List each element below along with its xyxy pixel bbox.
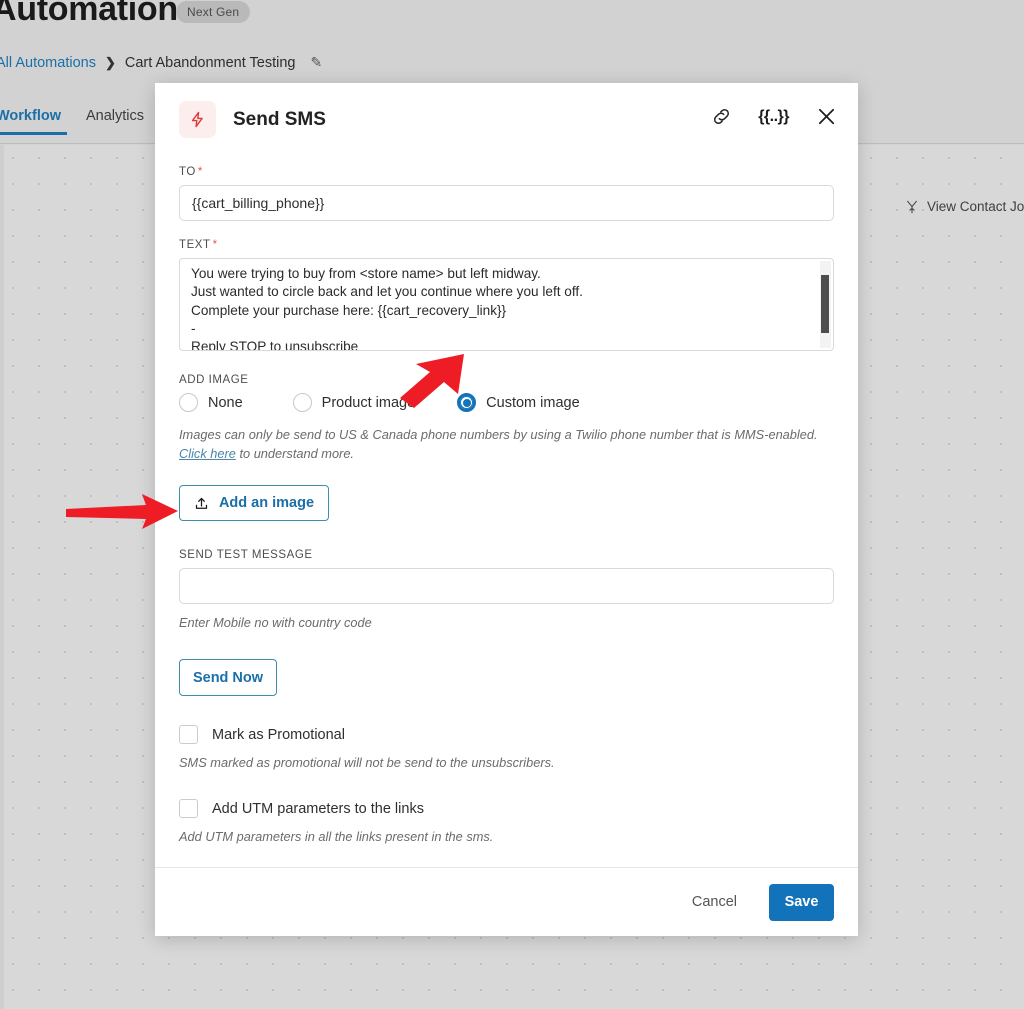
to-required-asterisk: * [197,166,203,178]
add-utm-parameters-checkbox[interactable] [179,799,198,818]
mms-note-line1: Images can only be send to US & Canada p… [179,427,818,442]
radio-option-none[interactable]: None [179,393,243,412]
modal-title: Send SMS [233,108,326,130]
radio-circle-none [179,393,198,412]
sms-text-textarea[interactable]: You were trying to buy from <store name>… [179,258,834,351]
tab-analytics[interactable]: Analytics [86,108,144,135]
modal-body: TO* TEXT* You were trying to buy from <s… [155,156,858,844]
bolt-icon [179,101,216,138]
page-title: Automations [0,0,197,28]
merge-tag-icon[interactable]: {{..}} [758,108,789,126]
to-field-group: TO * [179,156,834,221]
add-an-image-label: Add an image [218,495,315,511]
send-test-message-input[interactable] [179,568,834,604]
text-field-group: TEXT * You were trying to buy from <store… [179,239,834,356]
canvas-left-rail [0,145,4,1009]
mark-as-promotional-row[interactable]: Mark as Promotional [179,725,834,744]
modal-footer: Cancel Save [155,867,858,936]
send-test-message-section: SEND TEST MESSAGE Enter Mobile no with c… [179,549,834,696]
send-test-message-label: SEND TEST MESSAGE [179,549,313,561]
text-required-asterisk: * [212,239,218,251]
send-test-message-hint: Enter Mobile no with country code [179,615,372,630]
upload-icon [195,497,208,509]
add-image-section: ADD IMAGE None Product image Custom imag… [179,374,834,521]
mark-as-promotional-label: Mark as Promotional [212,726,345,743]
mms-note: Images can only be send to US & Canada p… [179,426,834,463]
tab-workflow[interactable]: Workflow [0,108,67,135]
to-label-text: TO [179,166,196,178]
textarea-scrollbar-thumb[interactable] [821,275,829,333]
view-contact-journey-label: View Contact Jou [927,199,1024,214]
save-button[interactable]: Save [769,883,834,921]
breadcrumb: All Automations ❯ Cart Abandonment Testi… [0,54,322,71]
text-label: TEXT * [179,239,834,251]
close-icon[interactable] [815,105,838,128]
radio-label-none: None [208,394,243,411]
mms-note-click-here-link[interactable]: Click here [179,446,236,461]
to-input[interactable] [179,185,834,221]
to-label: TO * [179,166,834,178]
add-image-label: ADD IMAGE [179,374,249,386]
send-now-button[interactable]: Send Now [179,659,277,696]
link-icon[interactable] [711,106,732,127]
view-contact-journey-button[interactable]: View Contact Jou [905,199,1024,214]
mms-note-line2-rest: to understand more. [235,445,354,461]
radio-label-product-image: Product image [321,394,416,411]
radio-label-custom-image: Custom image [486,394,580,411]
radio-option-custom-image[interactable]: Custom image [457,393,580,412]
breadcrumb-separator-icon: ❯ [104,54,116,70]
textarea-scrollbar[interactable] [820,261,831,348]
breadcrumb-current: Cart Abandonment Testing [124,54,296,71]
edit-pencil-icon[interactable]: ✎ [310,54,322,71]
journey-icon [907,200,917,213]
radio-circle-custom-image [457,393,477,412]
next-gen-badge: Next Gen [176,1,251,23]
add-utm-parameters-hint: Add UTM parameters in all the links pres… [179,829,494,844]
text-label-text: TEXT [179,239,211,251]
breadcrumb-all-automations-link[interactable]: All Automations [0,55,96,71]
add-utm-parameters-label: Add UTM parameters to the links [212,800,424,817]
send-sms-modal: Send SMS {{..}} TO* TEXT* Yo [155,83,858,936]
add-utm-parameters-row[interactable]: Add UTM parameters to the links [179,799,834,818]
mark-as-promotional-checkbox[interactable] [179,725,198,744]
modal-header: Send SMS {{..}} [155,83,858,156]
radio-option-product-image[interactable]: Product image [292,393,416,412]
add-image-radio-group: None Product image Custom image [179,393,834,412]
radio-circle-product-image [292,393,312,412]
modal-header-actions: {{..}} [711,105,838,128]
add-an-image-button[interactable]: Add an image [179,485,329,521]
mark-as-promotional-hint: SMS marked as promotional will not be se… [179,755,555,770]
cancel-button[interactable]: Cancel [684,888,745,916]
